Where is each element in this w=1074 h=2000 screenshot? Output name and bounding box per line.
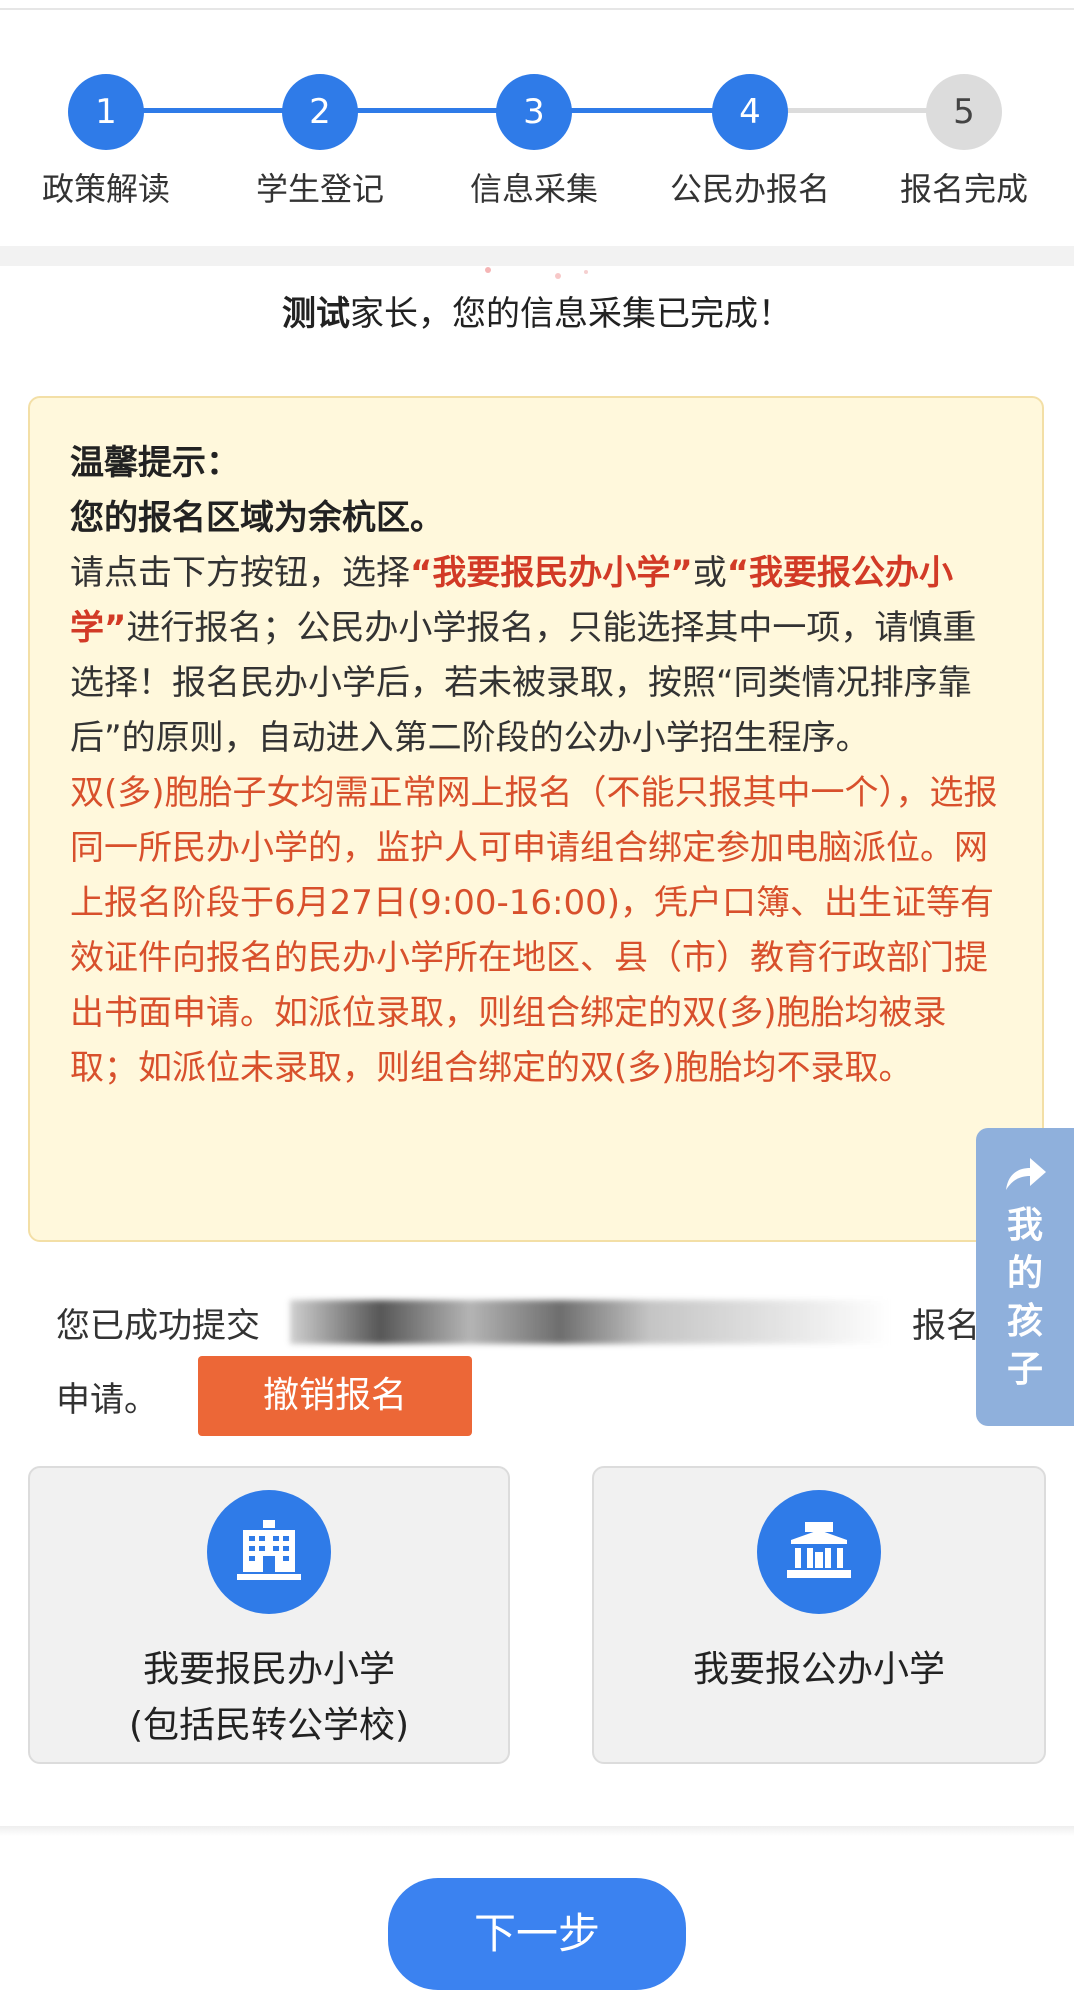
private-school-label: 我要报民办小学 (包括民转公学校) [30,1642,508,1754]
my-child-label: 我的孩子 [1006,1205,1043,1390]
tips-p1-private: “我要报民办小学” [410,553,693,593]
share-arrow-icon [1006,1158,1046,1190]
step-3-label: 信息采集 [469,170,598,208]
step-1-label: 政策解读 [41,170,170,208]
redacted-school-name [290,1300,890,1344]
greeting-text: 家长，您的信息采集已完成！ [350,294,792,334]
option-card-private-school[interactable]: 我要报民办小学 (包括民转公学校) [28,1466,510,1764]
parent-name: 测试 [282,294,350,334]
tips-paragraph-1: 请点击下方按钮，选择“我要报民办小学”或“我要报公办小学”进行报名；公民办小学报… [70,546,1004,766]
tips-p1-rest: 进行报名；公民办小学报名，只能选择其中一项，请慎重选择！报名民办小学后，若未被录… [70,608,977,758]
decoration-dots [485,267,588,279]
tips-p1-a: 请点击下方按钮，选择 [70,553,410,593]
top-divider [0,8,1074,10]
private-school-building-icon [207,1490,331,1614]
warm-tips-box: 温馨提示： 您的报名区域为余杭区。 请点击下方按钮，选择“我要报民办小学”或“我… [28,396,1044,1242]
step-2-circle: 2 [282,74,358,150]
option-card-public-school[interactable]: 我要报公办小学 [592,1466,1046,1764]
step-4-circle: 4 [712,74,788,150]
step-5-label: 报名完成 [899,170,1028,208]
private-school-subtitle: (包括民转公学校) [128,1705,410,1746]
public-school-building-icon [757,1490,881,1614]
section-band [0,246,1074,266]
step-3-circle: 3 [496,74,572,150]
step-1-circle: 1 [68,74,144,150]
page: 1 2 3 4 5 政策解读 学生登记 信息采集 公民办报名 报名完成 测试家长… [0,0,1074,2000]
submission-status-end: 申请。 [56,1380,158,1420]
step-4-label: 公民办报名 [669,170,830,208]
next-step-button[interactable]: 下一步 [388,1878,686,1990]
tips-paragraph-twins: 双(多)胞胎子女均需正常网上报名（不能只报其中一个），选报同一所民办小学的，监护… [70,773,998,1088]
step-2-label: 学生登记 [255,170,384,208]
tips-title: 温馨提示： [70,443,240,483]
my-child-float-button[interactable]: 我的孩子 [976,1128,1074,1426]
submission-status-suffix: 报名 [912,1306,980,1346]
tips-p1-or: 或 [692,553,727,593]
private-school-svg [237,1520,301,1580]
stepper-line-complete [106,108,754,113]
cancel-registration-button[interactable]: 撤销报名 [198,1356,472,1436]
bottom-bar-divider [0,1826,1074,1836]
completion-greeting: 测试家长，您的信息采集已完成！ [0,286,1074,335]
private-school-title: 我要报民办小学 [142,1649,395,1690]
progress-stepper: 1 2 3 4 5 政策解读 学生登记 信息采集 公民办报名 报名完成 [0,40,1074,240]
tips-area: 您的报名区域为余杭区。 [70,498,444,538]
public-school-svg [787,1522,851,1578]
public-school-label: 我要报公办小学 [594,1642,1044,1698]
step-5-circle: 5 [926,74,1002,150]
public-school-title: 我要报公办小学 [692,1649,945,1690]
